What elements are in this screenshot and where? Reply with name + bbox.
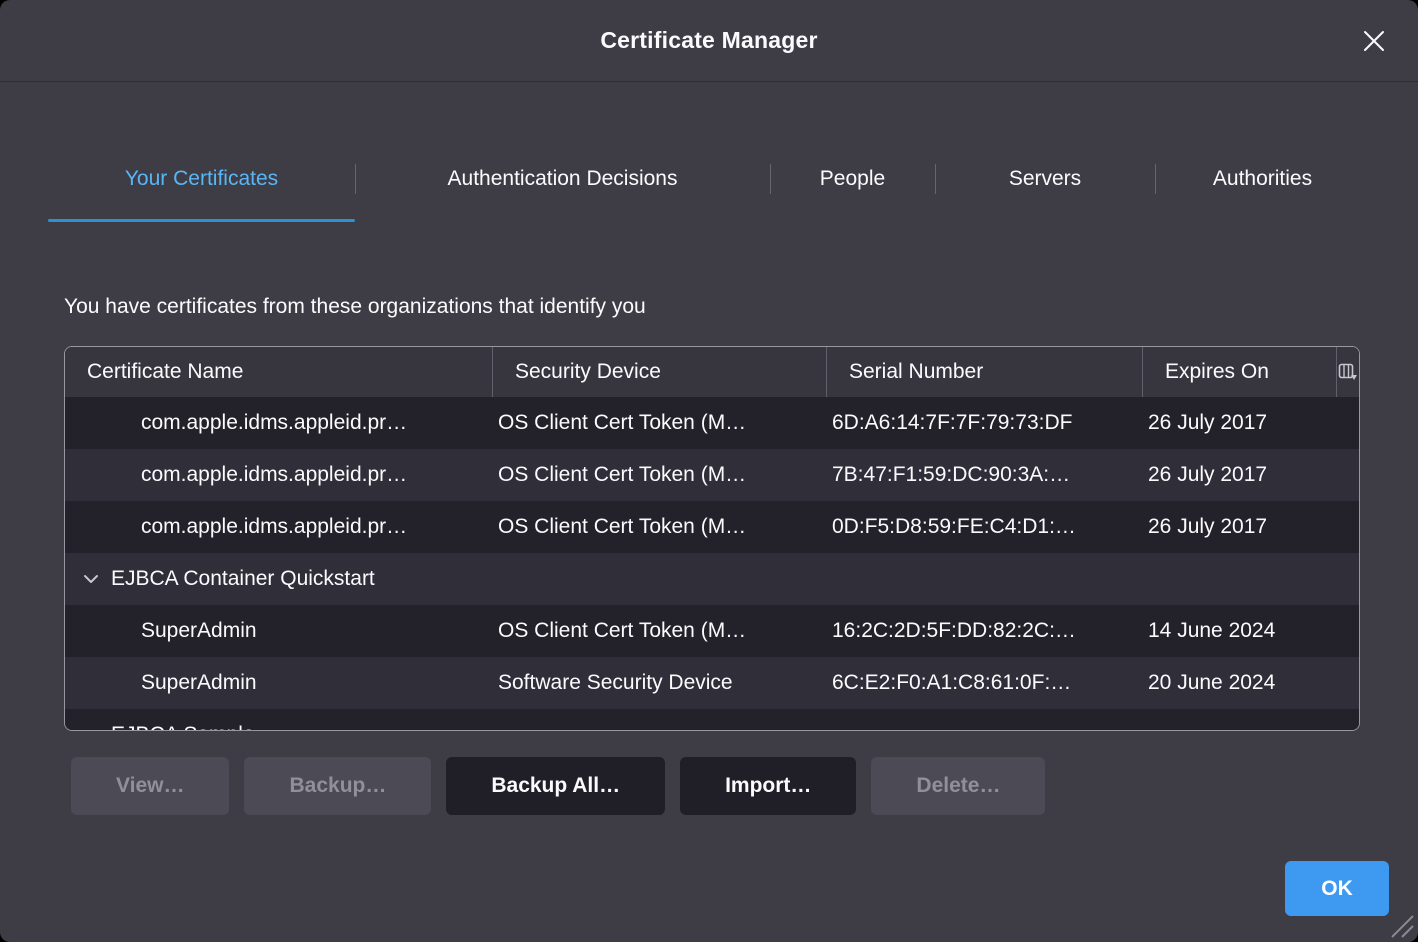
- cell-spacer: [1337, 397, 1359, 449]
- column-header-serial-number[interactable]: Serial Number: [827, 347, 1143, 397]
- table-row[interactable]: com.apple.idms.appleid.pr… OS Client Cer…: [65, 397, 1359, 449]
- cell-expires-on: 26 July 2017: [1143, 397, 1337, 449]
- column-picker-button[interactable]: [1337, 347, 1359, 397]
- column-header-certificate-name[interactable]: Certificate Name: [65, 347, 493, 397]
- column-header-label: Security Device: [515, 360, 661, 384]
- table-header: Certificate Name Security Device Serial …: [65, 347, 1359, 397]
- tab-label: Your Certificates: [125, 167, 278, 191]
- tab-label: Servers: [1009, 167, 1081, 191]
- table-row[interactable]: SuperAdmin Software Security Device 6C:E…: [65, 657, 1359, 709]
- tab-label: Authorities: [1213, 167, 1312, 191]
- table-group-row-ejbca-sample[interactable]: EJBCA Sample: [65, 709, 1359, 730]
- cell-certificate-name: SuperAdmin: [65, 605, 493, 657]
- tab-authentication-decisions[interactable]: Authentication Decisions: [355, 136, 770, 222]
- cell-security-device: OS Client Cert Token (M…: [493, 605, 827, 657]
- cell-security-device: OS Client Cert Token (M…: [493, 397, 827, 449]
- certificates-table: Certificate Name Security Device Serial …: [64, 346, 1360, 731]
- cell-spacer: [1337, 657, 1359, 709]
- action-bar: View… Backup… Backup All… Import… Delete…: [71, 757, 1045, 815]
- column-header-label: Expires On: [1165, 360, 1269, 384]
- cell-spacer: [1337, 501, 1359, 553]
- tab-people[interactable]: People: [770, 136, 935, 222]
- table-row[interactable]: com.apple.idms.appleid.pr… OS Client Cer…: [65, 501, 1359, 553]
- cell-expires-on: 26 July 2017: [1143, 501, 1337, 553]
- tab-your-certificates[interactable]: Your Certificates: [48, 136, 355, 222]
- cell-serial-number: 6D:A6:14:7F:7F:79:73:DF: [827, 397, 1143, 449]
- page-title: Certificate Manager: [600, 27, 817, 54]
- resize-grip[interactable]: [1387, 911, 1415, 939]
- cell-security-device: Software Security Device: [493, 657, 827, 709]
- tab-label: People: [820, 167, 885, 191]
- cell-certificate-name: com.apple.idms.appleid.pr…: [65, 397, 493, 449]
- view-button: View…: [71, 757, 229, 815]
- button-label: Backup…: [289, 774, 386, 797]
- import-button[interactable]: Import…: [680, 757, 856, 815]
- tab-label: Authentication Decisions: [448, 167, 678, 191]
- column-header-security-device[interactable]: Security Device: [493, 347, 827, 397]
- certificate-manager-dialog: Certificate Manager Your Certificates Au…: [0, 0, 1418, 942]
- button-label: View…: [116, 774, 184, 797]
- cell-serial-number: 6C:E2:F0:A1:C8:61:0F:…: [827, 657, 1143, 709]
- chevron-down-icon: [83, 728, 99, 730]
- backup-all-button[interactable]: Backup All…: [446, 757, 665, 815]
- tab-authorities[interactable]: Authorities: [1155, 136, 1370, 222]
- cell-serial-number: 7B:47:F1:59:DC:90:3A:…: [827, 449, 1143, 501]
- title-bar: Certificate Manager: [0, 0, 1418, 82]
- close-icon: [1361, 28, 1387, 54]
- cell-expires-on: 20 June 2024: [1143, 657, 1337, 709]
- intro-text: You have certificates from these organiz…: [64, 295, 646, 319]
- table-row[interactable]: SuperAdmin OS Client Cert Token (M… 16:2…: [65, 605, 1359, 657]
- tab-servers[interactable]: Servers: [935, 136, 1155, 222]
- group-cell: EJBCA Sample: [65, 709, 1359, 730]
- column-picker-icon: [1338, 363, 1358, 381]
- cell-security-device: OS Client Cert Token (M…: [493, 449, 827, 501]
- chevron-down-icon: [83, 572, 99, 586]
- cell-serial-number: 0D:F5:D8:59:FE:C4:D1:…: [827, 501, 1143, 553]
- button-label: Backup All…: [491, 774, 620, 797]
- group-label: EJBCA Sample: [111, 723, 255, 730]
- cell-certificate-name: com.apple.idms.appleid.pr…: [65, 449, 493, 501]
- table-body: com.apple.idms.appleid.pr… OS Client Cer…: [65, 397, 1359, 730]
- cell-expires-on: 14 June 2024: [1143, 605, 1337, 657]
- group-cell: EJBCA Container Quickstart: [65, 553, 1359, 605]
- cell-spacer: [1337, 605, 1359, 657]
- cell-expires-on: 26 July 2017: [1143, 449, 1337, 501]
- ok-button[interactable]: OK: [1285, 861, 1389, 916]
- backup-button: Backup…: [244, 757, 431, 815]
- table-group-row-ejbca-container-quickstart[interactable]: EJBCA Container Quickstart: [65, 553, 1359, 605]
- column-header-label: Serial Number: [849, 360, 983, 384]
- cell-certificate-name: com.apple.idms.appleid.pr…: [65, 501, 493, 553]
- column-header-label: Certificate Name: [87, 360, 243, 384]
- tab-strip: Your Certificates Authentication Decisio…: [48, 136, 1370, 222]
- cell-certificate-name: SuperAdmin: [65, 657, 493, 709]
- cell-security-device: OS Client Cert Token (M…: [493, 501, 827, 553]
- column-header-expires-on[interactable]: Expires On: [1143, 347, 1337, 397]
- close-button[interactable]: [1356, 23, 1392, 59]
- button-label: Delete…: [916, 774, 1000, 797]
- group-label: EJBCA Container Quickstart: [111, 567, 375, 591]
- cell-serial-number: 16:2C:2D:5F:DD:82:2C:…: [827, 605, 1143, 657]
- table-row[interactable]: com.apple.idms.appleid.pr… OS Client Cer…: [65, 449, 1359, 501]
- cell-spacer: [1337, 449, 1359, 501]
- delete-button: Delete…: [871, 757, 1045, 815]
- button-label: Import…: [725, 774, 811, 797]
